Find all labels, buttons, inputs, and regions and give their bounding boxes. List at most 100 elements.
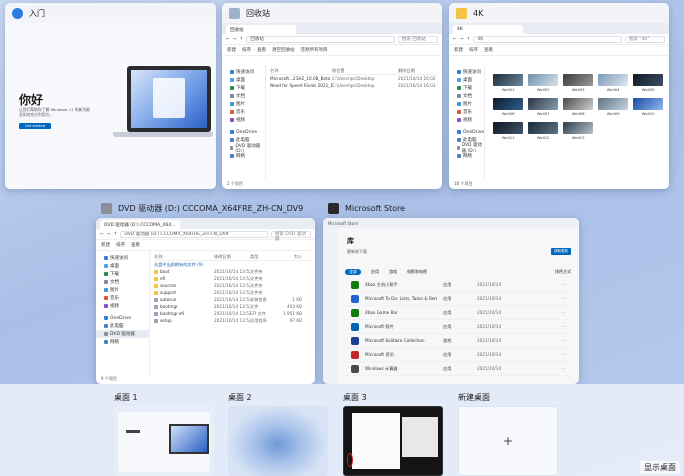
nav-item[interactable]: 文档 xyxy=(449,92,484,100)
list-item[interactable]: Microsoft 资讯 应用 2021/10/14 ⋯ xyxy=(345,348,571,362)
nav-item[interactable]: DVD 驱动器 (D:) xyxy=(449,143,484,154)
column-name[interactable]: 名称 xyxy=(270,68,332,74)
column-name[interactable]: 名称 xyxy=(154,254,214,260)
image-file[interactable]: Wall12 xyxy=(528,122,559,140)
nav-item[interactable]: 下载 xyxy=(449,84,484,92)
table-row[interactable]: sources 2021/10/14 13:52 文件夹 xyxy=(154,282,311,289)
filter-movies[interactable]: 电影和电视 xyxy=(407,269,427,275)
titlebar[interactable]: 回收站 xyxy=(222,3,442,23)
list-item[interactable]: Xbox 主机小帮手 应用 2021/10/14 ⋯ xyxy=(345,278,571,292)
nav-item[interactable]: 音乐 xyxy=(449,108,484,116)
nav-item[interactable]: 音乐 xyxy=(222,108,265,116)
get-updates-button[interactable]: 获取更新 xyxy=(551,248,571,255)
image-file[interactable]: Wall13 xyxy=(563,122,594,140)
list-item[interactable]: Xbox Game Bar 应用 2021/10/14 ⋯ xyxy=(345,306,571,320)
back-arrow-icon[interactable]: ← xyxy=(100,232,104,237)
more-options-icon[interactable]: ⋯ xyxy=(561,296,565,301)
empty-recycle-bin-button[interactable]: 清空回收站 xyxy=(272,47,295,53)
sort-dropdown[interactable]: 排序方式 xyxy=(555,269,571,275)
nav-item[interactable]: OneDrive xyxy=(96,314,149,322)
desktop-1[interactable]: 桌面 1 xyxy=(114,392,214,476)
nav-item[interactable]: 快速访问 xyxy=(222,68,265,76)
show-desktop-button[interactable]: 显示桌面 xyxy=(640,461,680,474)
view-button[interactable]: 查看 xyxy=(257,47,266,53)
search-input[interactable]: 搜索 回收站 xyxy=(398,35,438,43)
image-file[interactable]: Wall05 xyxy=(633,74,664,92)
column-type[interactable]: 类型 xyxy=(250,254,280,260)
new-desktop-button[interactable]: + xyxy=(458,406,558,476)
list-item[interactable]: Windows 计算器 应用 2021/10/14 ⋯ xyxy=(345,362,571,376)
more-options-icon[interactable]: ⋯ xyxy=(561,338,565,343)
address-bar[interactable]: DVD 驱动器 (D:) CCCOMA_X64FRE_ZH-CN_DV9 xyxy=(120,230,268,238)
table-row[interactable]: bootmgr.efi 2021/10/14 13:52 EFI 文件 1,951 K… xyxy=(154,310,311,317)
image-file[interactable]: Wall03 xyxy=(563,74,594,92)
nav-item[interactable]: DVD 驱动器 (D:) xyxy=(222,144,265,154)
view-button[interactable]: 查看 xyxy=(131,242,140,248)
column-date[interactable]: 修改日期 xyxy=(214,254,250,260)
image-file[interactable]: Wall09 xyxy=(598,98,629,116)
nav-item[interactable]: 文档 xyxy=(222,92,265,100)
back-arrow-icon[interactable]: ← xyxy=(226,37,230,42)
column-size[interactable]: 大小 xyxy=(280,254,302,260)
table-row[interactable]: setup 2021/10/14 13:52 应用程序 97 KB xyxy=(154,317,311,324)
nav-item[interactable]: 音乐 xyxy=(96,294,149,302)
window-get-started[interactable]: 入门 你好 让我们帮助你了解 Windows 11 的新功能及如何充分利用它。 … xyxy=(5,3,216,189)
forward-arrow-icon[interactable]: → xyxy=(233,37,237,42)
up-arrow-icon[interactable]: ↑ xyxy=(114,232,118,237)
new-button[interactable]: 新建 xyxy=(454,47,463,53)
sort-button[interactable]: 排序 xyxy=(116,242,125,248)
desktop-3[interactable]: 桌面 3 xyxy=(343,392,443,476)
image-file[interactable]: Wall02 xyxy=(528,74,559,92)
nav-item[interactable]: 视频 xyxy=(96,302,149,310)
address-bar[interactable]: 4K xyxy=(473,35,622,43)
forward-arrow-icon[interactable]: → xyxy=(460,37,464,42)
tab-4k[interactable]: 4K xyxy=(453,25,523,34)
filter-games[interactable]: 游戏 xyxy=(389,269,397,275)
nav-item[interactable]: 下载 xyxy=(222,84,265,92)
list-item[interactable]: Microsoft Solitaire Collection 游戏 2021/10/… xyxy=(345,334,571,348)
titlebar[interactable]: 4K xyxy=(449,3,669,23)
filter-all[interactable]: 全部 xyxy=(345,269,361,275)
address-bar[interactable]: 回收站 xyxy=(246,35,395,43)
column-date[interactable]: 删除日期 xyxy=(398,68,438,74)
window-microsoft-store[interactable]: Microsoft Store 库 更新和下载 获取更新 全部 应用 游戏 电影… xyxy=(323,218,579,384)
get-started-button[interactable]: Get started xyxy=(19,123,51,129)
more-options-icon[interactable]: ⋯ xyxy=(561,282,565,287)
table-row[interactable]: boot 2021/10/14 13:52 文件夹 xyxy=(154,268,311,275)
filter-apps[interactable]: 应用 xyxy=(371,269,379,275)
new-button[interactable]: 新建 xyxy=(101,242,110,248)
image-file[interactable]: Wall08 xyxy=(563,98,594,116)
window-4k-folder[interactable]: 4K 4K ← → ↑ 4K 搜索 "4K" 新建 排序 查看 快速访问 桌面 … xyxy=(449,3,669,189)
desktop-3-preview[interactable] xyxy=(343,406,443,476)
image-file[interactable]: Wall07 xyxy=(528,98,559,116)
desktop-2[interactable]: 桌面 2 xyxy=(228,392,328,476)
nav-item[interactable]: 图片 xyxy=(96,286,149,294)
nav-item[interactable]: 此电脑 xyxy=(96,322,149,330)
more-options-icon[interactable]: ⋯ xyxy=(561,366,565,371)
nav-item[interactable]: 下载 xyxy=(96,270,149,278)
more-options-icon[interactable]: ⋯ xyxy=(561,324,565,329)
column-location[interactable]: 原位置 xyxy=(332,68,398,74)
desktop-1-preview[interactable] xyxy=(114,406,214,476)
image-file[interactable]: Wall10 xyxy=(633,98,664,116)
nav-item[interactable]: 桌面 xyxy=(449,76,484,84)
tab-recycle-bin[interactable]: 回收站 xyxy=(226,25,296,34)
search-input[interactable]: 搜索 "4K" xyxy=(625,35,665,43)
image-file[interactable]: Wall04 xyxy=(598,74,629,92)
nav-item[interactable]: 快速访问 xyxy=(449,68,484,76)
table-row[interactable]: support 2021/10/14 13:52 文件夹 xyxy=(154,289,311,296)
nav-item[interactable]: DVD 驱动器 xyxy=(96,330,149,338)
window-dvd-drive[interactable]: DVD 驱动器 (D:) CCCOMA_X64... ← → ↑ DVD 驱动器… xyxy=(96,218,315,384)
back-arrow-icon[interactable]: ← xyxy=(453,37,457,42)
nav-item[interactable]: 视频 xyxy=(449,116,484,124)
search-input[interactable]: 搜索 DVD 驱动器 xyxy=(271,230,311,242)
up-arrow-icon[interactable]: ↑ xyxy=(240,37,244,42)
sort-button[interactable]: 排序 xyxy=(242,47,251,53)
nav-item[interactable]: 图片 xyxy=(449,100,484,108)
image-file[interactable]: Wall11 xyxy=(493,122,524,140)
nav-item[interactable]: 视频 xyxy=(222,116,265,124)
forward-arrow-icon[interactable]: → xyxy=(107,232,111,237)
nav-item[interactable]: OneDrive xyxy=(449,128,484,136)
table-row[interactable]: Microsoft...21H2_10.0B_Beta C:\Users\pc\… xyxy=(270,75,438,82)
titlebar[interactable]: 入门 xyxy=(5,3,216,23)
